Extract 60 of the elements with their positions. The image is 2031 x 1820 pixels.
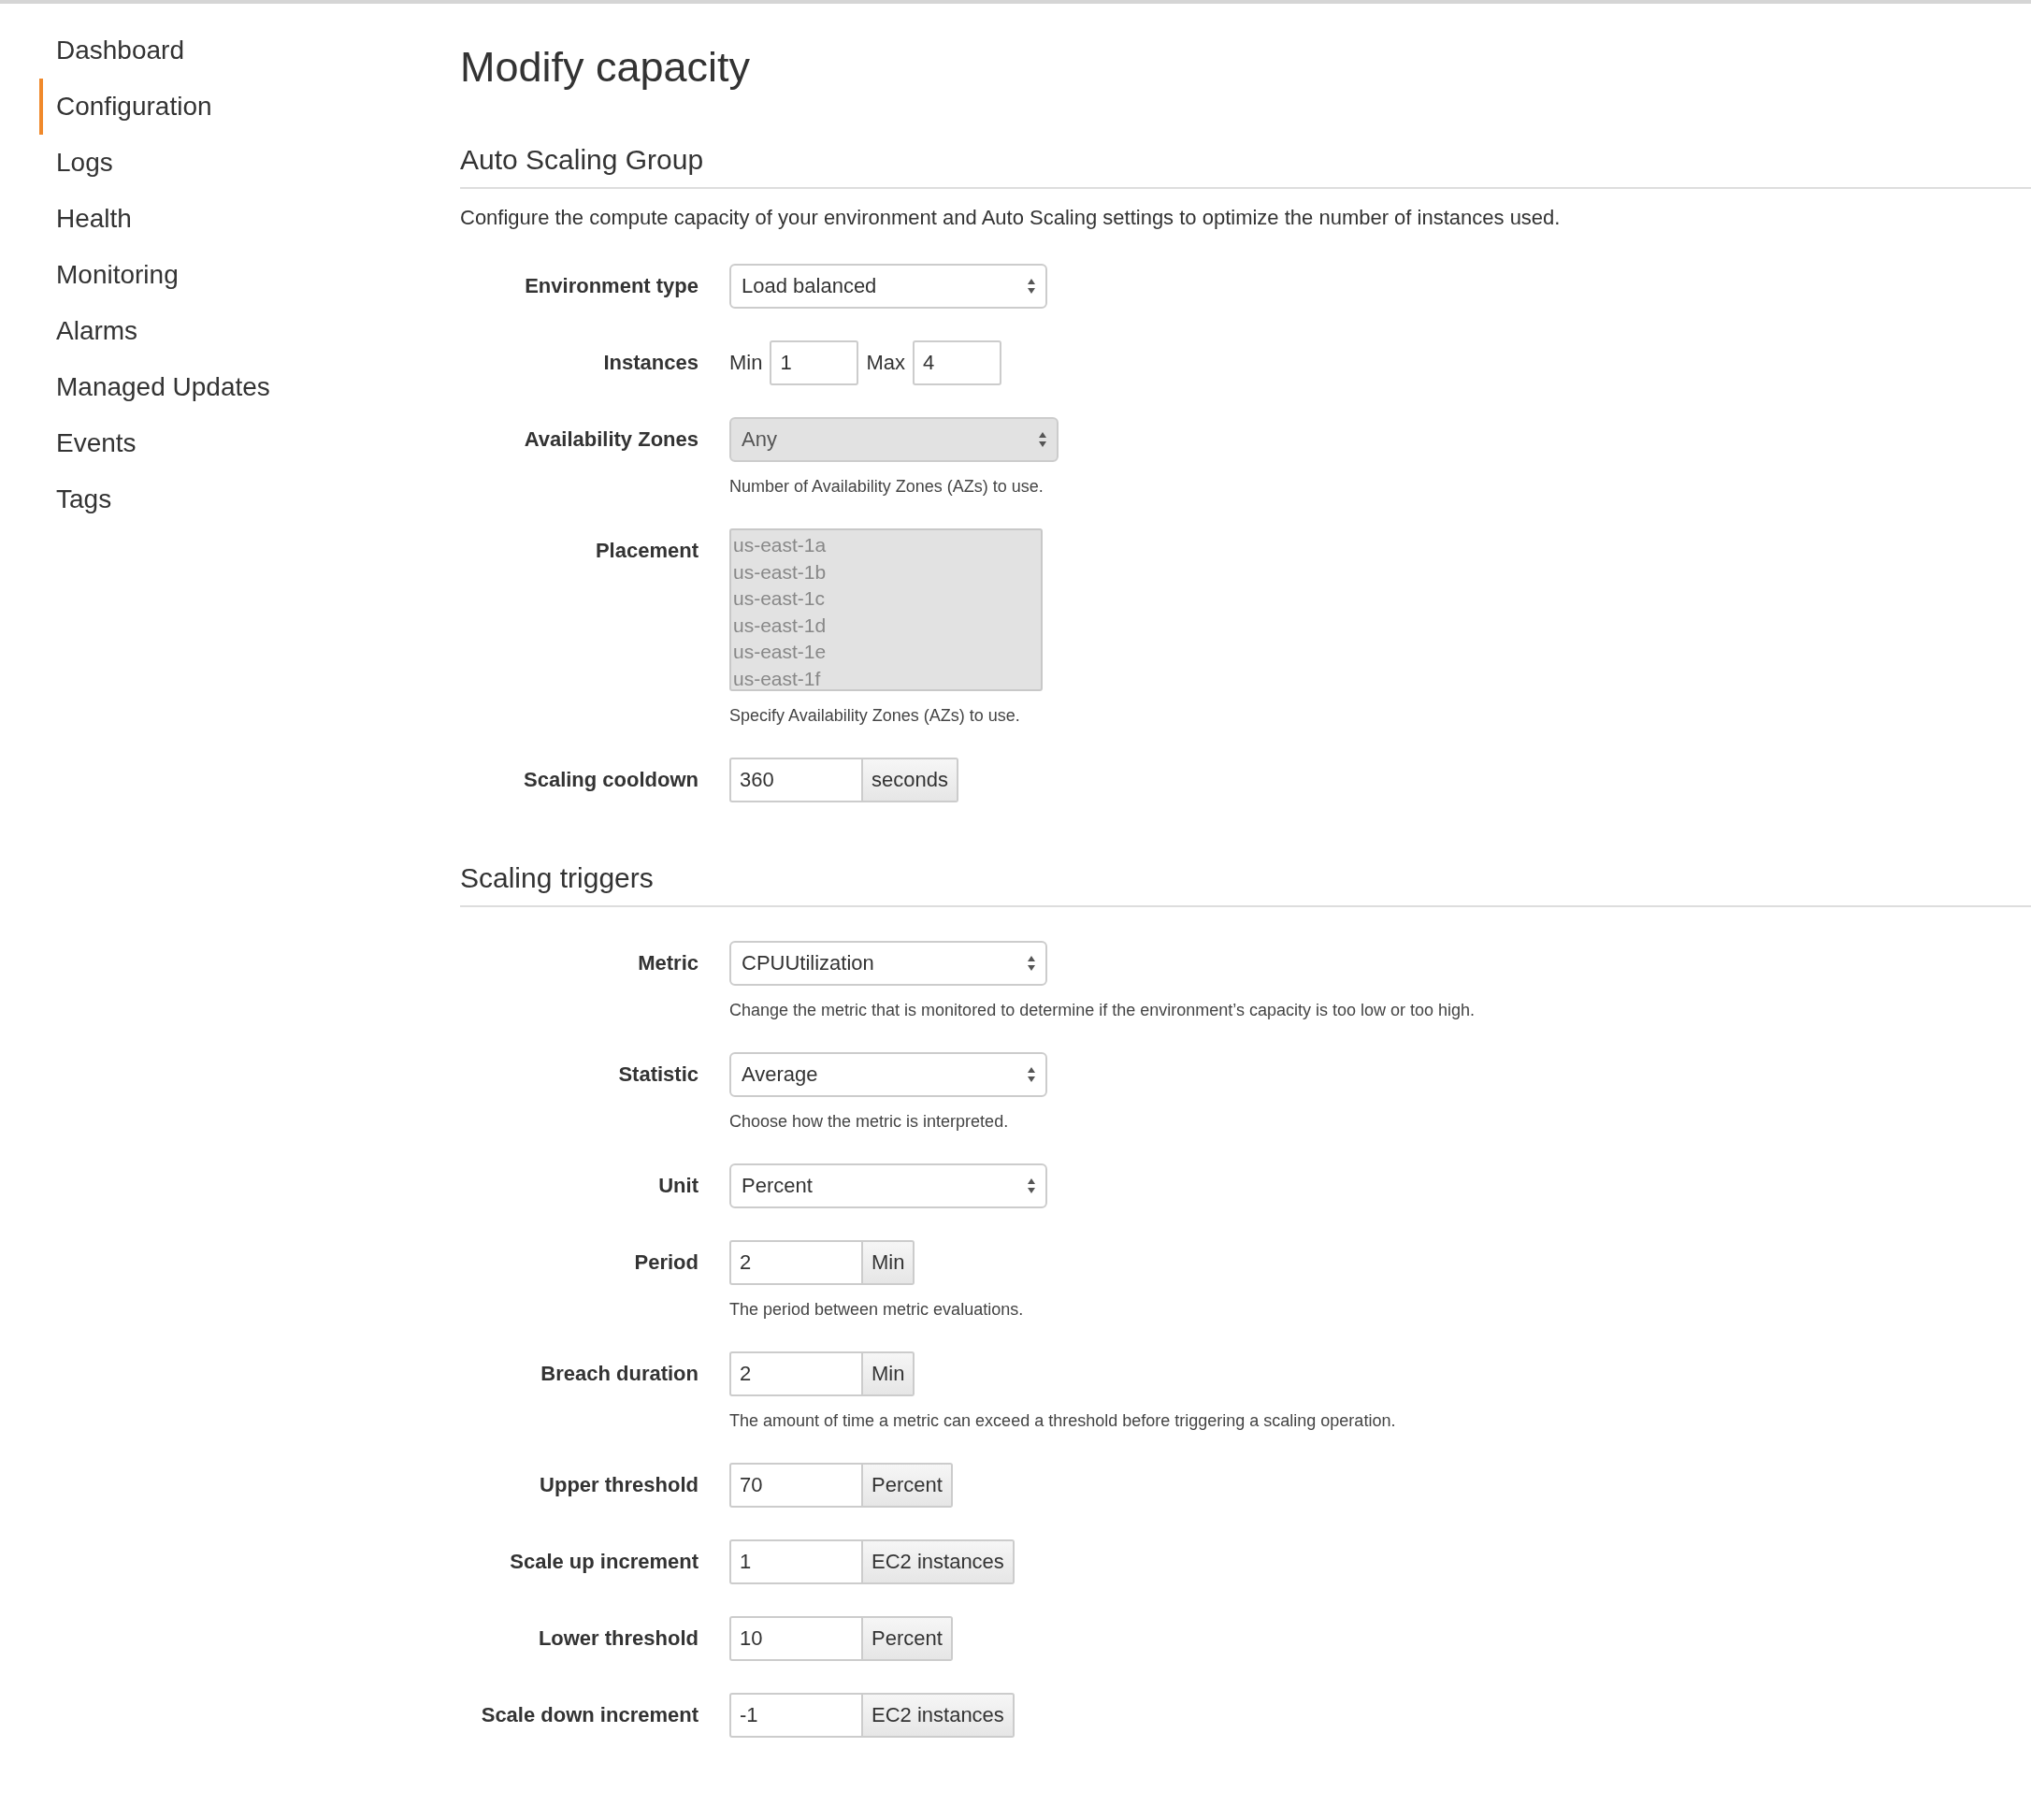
number-input[interactable]: 2 <box>729 1351 863 1396</box>
updown-arrows-icon <box>1027 1177 1036 1194</box>
section-description: Configure the compute capacity of your environment and Auto Scaling settings to optimize the number of instances used. <box>460 206 1562 230</box>
section-heading: Auto Scaling Group <box>460 144 2031 189</box>
min-label: Min <box>729 351 763 375</box>
sidebar-item[interactable]: Logs <box>39 135 421 191</box>
sidebar-item[interactable]: Managed Updates <box>39 359 421 415</box>
field-label: Metric <box>638 950 699 976</box>
unit-addon: EC2 instances <box>863 1539 1015 1584</box>
help-text: Change the metric that is monitored to determine if the environment’s capacity is too low or too high. <box>729 1001 1476 1020</box>
number-input[interactable]: 1 <box>729 1539 863 1584</box>
help-text: Number of Availability Zones (AZs) to use. <box>729 477 1044 497</box>
unit-addon: Percent <box>863 1463 953 1508</box>
help-text: The amount of time a metric can exceed a threshold before triggering a scaling operation. <box>729 1411 1397 1431</box>
field-label: Upper threshold <box>540 1472 699 1498</box>
dropdown[interactable]: Percent <box>729 1163 1047 1208</box>
number-input[interactable]: 70 <box>729 1463 863 1508</box>
section-heading: Scaling triggers <box>460 862 2031 907</box>
max-input[interactable]: 4 <box>913 340 1001 385</box>
field-label: Environment type <box>525 273 699 299</box>
field-label: Statistic <box>618 1062 699 1088</box>
unit-addon: Min <box>863 1351 915 1396</box>
help-text: Specify Availability Zones (AZs) to use. <box>729 706 1021 726</box>
page-title: Modify capacity <box>460 43 752 92</box>
help-text: The period between metric evaluations. <box>729 1300 1025 1320</box>
field-label: Scale up increment <box>510 1549 699 1575</box>
unit-addon: Min <box>863 1240 915 1285</box>
number-input[interactable]: 2 <box>729 1240 863 1285</box>
sidebar-item[interactable]: Alarms <box>39 303 421 359</box>
number-input[interactable]: 360 <box>729 758 863 802</box>
sidebar-item[interactable]: Health <box>39 191 421 247</box>
unit-addon: seconds <box>863 758 958 802</box>
field-label: Instances <box>603 350 699 376</box>
max-label: Max <box>866 351 905 375</box>
unit-addon: Percent <box>863 1616 953 1661</box>
field-label: Unit <box>658 1173 699 1199</box>
number-input[interactable]: 10 <box>729 1616 863 1661</box>
field-label: Scaling cooldown <box>524 767 699 793</box>
min-input[interactable]: 1 <box>770 340 859 385</box>
field-label: Lower threshold <box>538 1625 699 1652</box>
sidebar-item[interactable]: Monitoring <box>39 247 421 303</box>
sidebar-item[interactable]: Tags <box>39 471 421 527</box>
field-label: Availability Zones <box>524 426 699 453</box>
sidebar-item[interactable]: Events <box>39 415 421 471</box>
number-input[interactable]: -1 <box>729 1693 863 1738</box>
field-label: Period <box>634 1249 699 1276</box>
dropdown[interactable]: Average <box>729 1052 1047 1097</box>
updown-arrows-icon <box>1027 1066 1036 1083</box>
field-label: Scale down increment <box>481 1702 699 1728</box>
field-label: Placement <box>595 538 699 564</box>
dropdown[interactable]: Load balanced <box>729 264 1047 309</box>
unit-addon: EC2 instances <box>863 1693 1015 1738</box>
updown-arrows-icon <box>1038 431 1047 448</box>
updown-arrows-icon <box>1027 955 1036 972</box>
updown-arrows-icon <box>1027 278 1036 295</box>
sidebar-item[interactable]: Dashboard <box>39 22 421 79</box>
field-label: Breach duration <box>540 1361 699 1387</box>
sidebar-item[interactable]: Configuration <box>39 79 421 135</box>
dropdown[interactable]: CPUUtilization <box>729 941 1047 986</box>
help-text: Choose how the metric is interpreted. <box>729 1112 1010 1132</box>
